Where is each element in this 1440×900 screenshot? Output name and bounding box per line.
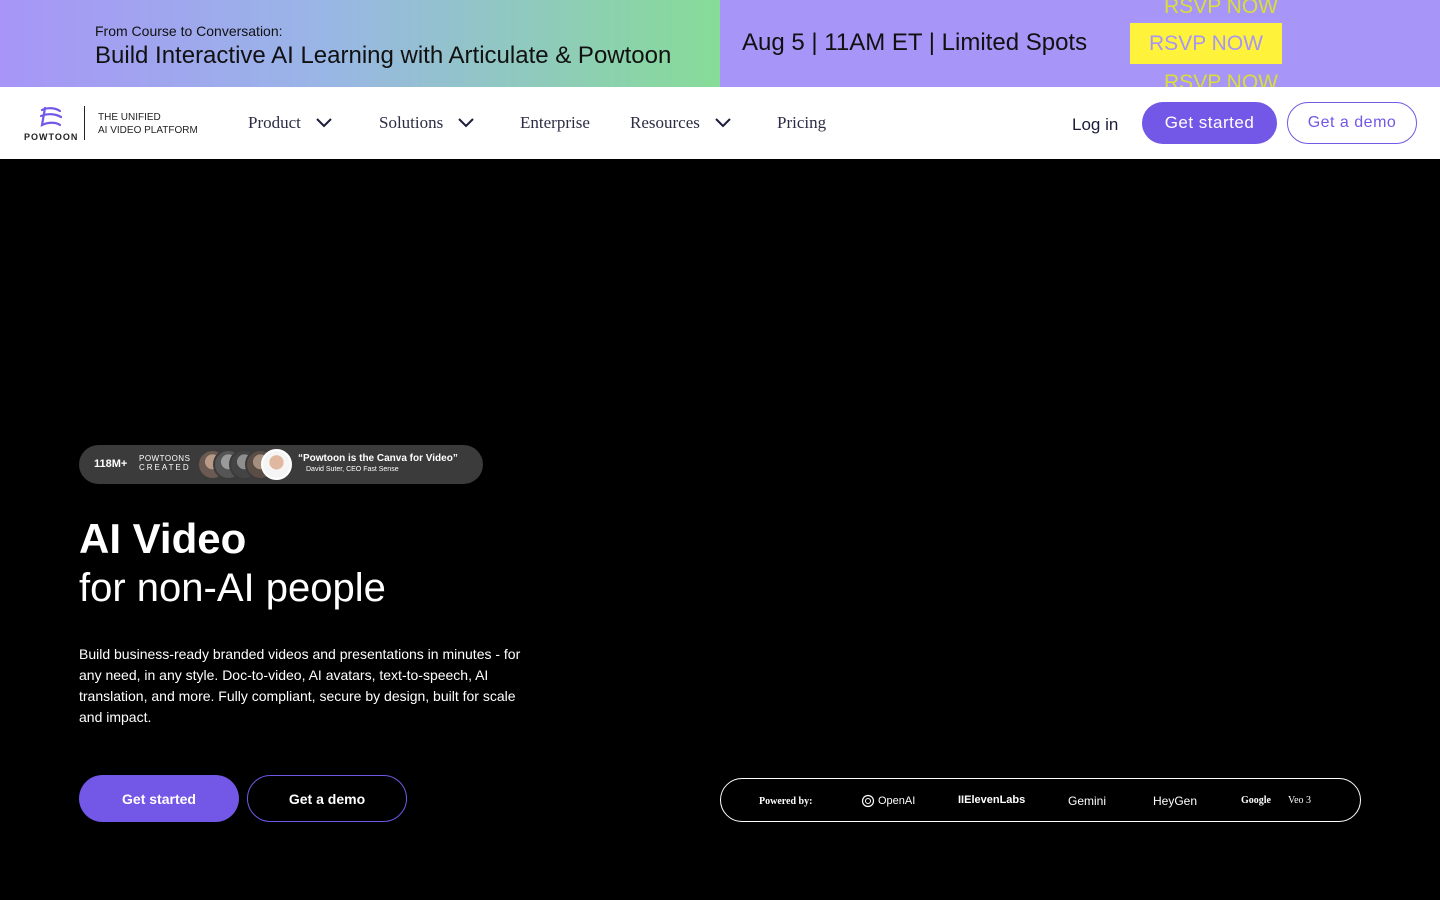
nav-item-pricing[interactable]: Pricing [777, 113, 826, 133]
proof-label-line2: CREATED [139, 463, 191, 472]
banner-kicker: From Course to Conversation: [95, 23, 283, 39]
banner-date: Aug 5 | 11AM ET | Limited Spots [742, 29, 1088, 56]
testimonial-attribution: David Suter, CEO Fast Sense [306, 466, 399, 473]
tagline-line2: AI VIDEO PLATFORM [98, 125, 198, 136]
get-started-button[interactable]: Get started [1142, 102, 1277, 144]
partner-openai: OpenAI [861, 794, 915, 808]
hero-title: AI Video for non-AI people [79, 515, 386, 613]
partner-veo3: Veo 3 [1288, 795, 1312, 806]
promo-banner[interactable]: From Course to Conversation: Build Inter… [0, 0, 1440, 87]
hero-get-started-button[interactable]: Get started [79, 775, 239, 822]
testimonial-quote: “Powtoon is the Canva for Video” [298, 453, 458, 464]
social-proof-badge: 118M+ POWTOONS CREATED “Powtoon is the C… [79, 445, 483, 484]
chevron-down-icon [715, 118, 731, 128]
logo-divider [84, 106, 85, 140]
rsvp-button[interactable]: RSVP NOW [1130, 23, 1282, 64]
logo-tagline: THE UNIFIED AI VIDEO PLATFORM [98, 111, 198, 137]
hero-get-demo-button[interactable]: Get a demo [247, 775, 407, 822]
logo-wordmark: POWTOON [24, 132, 79, 142]
partner-google: Google [1241, 795, 1271, 806]
nav-item-label: Enterprise [520, 113, 590, 132]
chevron-down-icon [458, 118, 474, 128]
avatar-stack [197, 449, 297, 480]
banner-event-area: Aug 5 | 11AM ET | Limited Spots RSVP NOW… [720, 0, 1440, 87]
nav-item-resources[interactable]: Resources [630, 113, 732, 133]
nav-item-label: Pricing [777, 113, 827, 132]
openai-icon [861, 794, 875, 808]
banner-title: Build Interactive AI Learning with Artic… [95, 42, 672, 69]
get-demo-button[interactable]: Get a demo [1287, 102, 1417, 144]
nav-item-label: Resources [630, 113, 700, 132]
banner-headline-area: From Course to Conversation: Build Inter… [0, 0, 720, 87]
login-link[interactable]: Log in [1072, 115, 1118, 135]
powtoons-created-label: POWTOONS CREATED [139, 454, 191, 472]
nav-item-product[interactable]: Product [248, 113, 333, 133]
avatar [261, 449, 292, 480]
powtoons-count: 118M+ [94, 458, 128, 470]
hero-title-line2: for non-AI people [79, 566, 386, 610]
powered-by-label: Powered by: [759, 796, 813, 807]
rsvp-marquee-text: RSVP NOW [1164, 71, 1278, 87]
partner-heygen: HeyGen [1153, 794, 1198, 808]
partner-gemini: Gemini [1068, 794, 1107, 808]
chevron-down-icon [316, 118, 332, 128]
proof-label-line1: POWTOONS [139, 454, 191, 463]
powered-by-bar: Powered by: OpenAI IIElevenLabs Gemini H… [720, 778, 1361, 822]
partner-elevenlabs: IIElevenLabs [958, 794, 1026, 806]
tagline-line1: THE UNIFIED [98, 112, 161, 123]
hero-title-line1: AI Video [79, 515, 247, 562]
nav-item-label: Solutions [379, 113, 444, 132]
nav-item-label: Product [248, 113, 301, 132]
partner-name: OpenAI [878, 795, 916, 807]
nav-item-solutions[interactable]: Solutions [379, 113, 475, 133]
nav-item-enterprise[interactable]: Enterprise [520, 113, 590, 133]
rsvp-marquee-text: RSVP NOW [1164, 0, 1278, 18]
main-nav: POWTOON THE UNIFIED AI VIDEO PLATFORM Pr… [0, 87, 1440, 159]
powtoon-logo[interactable]: POWTOON [24, 105, 84, 142]
powtoon-logo-icon [39, 106, 63, 127]
hero-description: Build business-ready branded videos and … [79, 646, 521, 725]
